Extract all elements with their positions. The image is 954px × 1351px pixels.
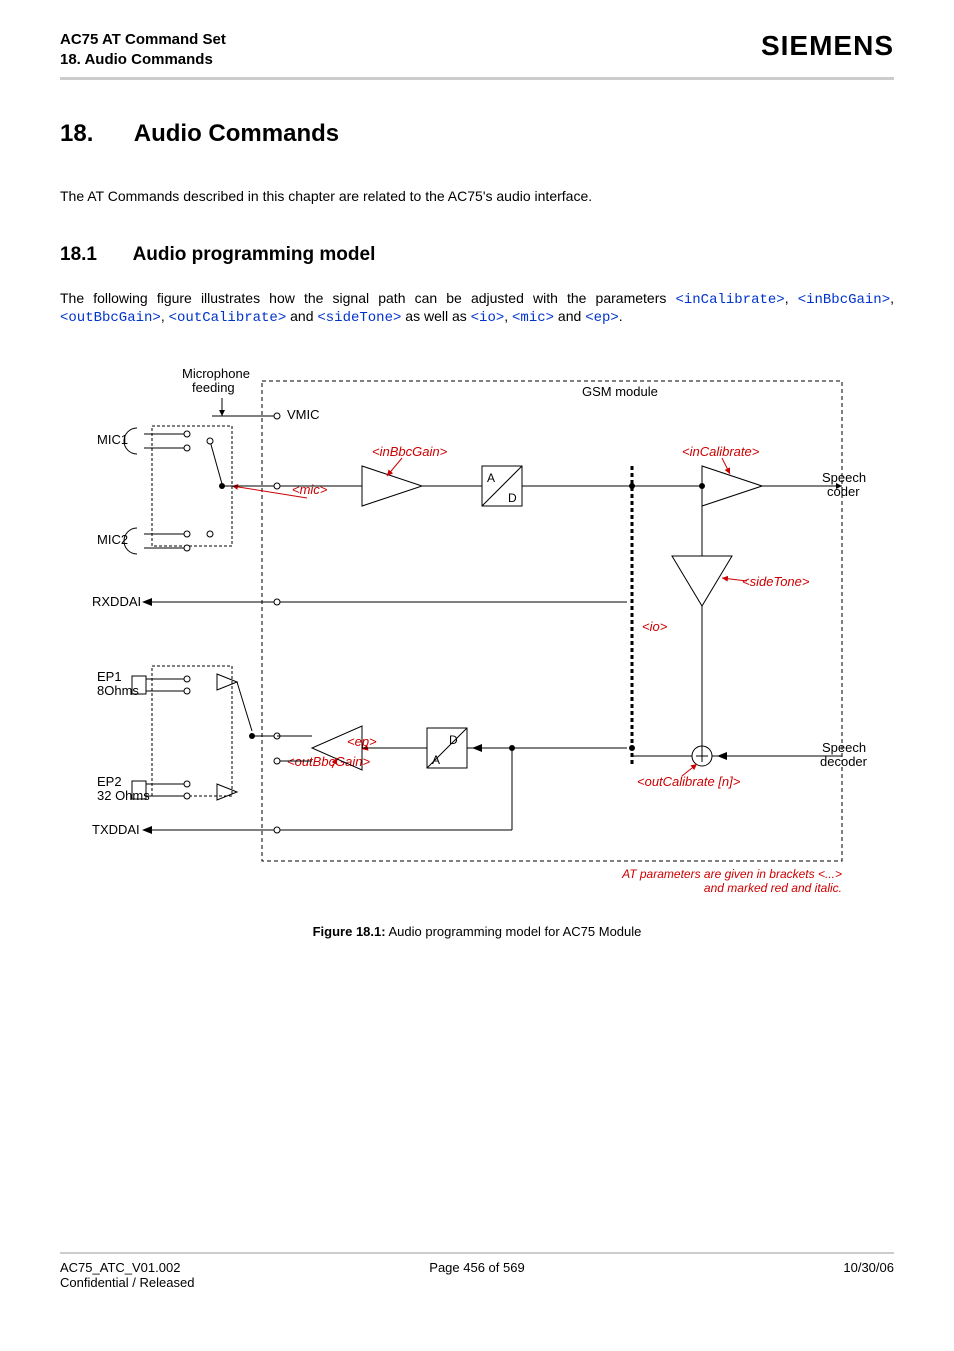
label-ep1b: 8Ohms <box>97 683 139 698</box>
param-mic[interactable]: <mic> <box>512 310 554 326</box>
label-param-io: <io> <box>642 619 668 634</box>
label-ad-A: A <box>487 471 495 485</box>
label-vmic: VMIC <box>287 407 320 422</box>
diagram-note2: and marked red and italic. <box>704 881 842 895</box>
section-heading: 18.1 Audio programming model <box>60 244 894 266</box>
label-speech-decoder2: decoder <box>820 754 868 769</box>
param-inBbcGain[interactable]: <inBbcGain> <box>798 292 890 308</box>
figure-caption-bold: Figure 18.1: <box>313 924 386 939</box>
page-footer: AC75_ATC_V01.002 Confidential / Released… <box>60 1252 894 1290</box>
param-sideTone[interactable]: <sideTone> <box>317 310 401 326</box>
footer-confidential: Confidential / Released <box>60 1275 260 1290</box>
footer-page: Page 456 of 569 <box>429 1260 524 1290</box>
label-mic2: MIC2 <box>97 532 128 547</box>
label-txddai: TXDDAI <box>92 822 140 837</box>
label-speech-coder: Speech <box>822 470 866 485</box>
page-header: AC75 AT Command Set 18. Audio Commands S… <box>60 30 894 80</box>
label-da-D: D <box>449 733 458 747</box>
label-mic1: MIC1 <box>97 432 128 447</box>
param-outBbcGain[interactable]: <outBbcGain> <box>60 310 161 326</box>
label-ep1: EP1 <box>97 669 122 684</box>
footer-left: AC75_ATC_V01.002 Confidential / Released <box>60 1260 260 1290</box>
label-da-A: A <box>432 753 440 767</box>
section-number: 18.1 <box>60 244 128 266</box>
doc-section: 18. Audio Commands <box>60 50 226 70</box>
label-param-mic: <mic> <box>292 482 328 497</box>
label-speech-coder2: coder <box>827 484 860 499</box>
label-param-outCalibrate: <outCalibrate [n]> <box>637 774 741 789</box>
label-mic-feed2: feeding <box>192 380 235 395</box>
label-param-inCalibrate: <inCalibrate> <box>682 444 760 459</box>
diagram-note1: AT parameters are given in brackets <...… <box>621 867 842 881</box>
chapter-heading: 18. Audio Commands <box>60 120 894 148</box>
figure-caption: Figure 18.1: Audio programming model for… <box>60 924 894 939</box>
footer-version: AC75_ATC_V01.002 <box>60 1260 260 1275</box>
section-description: The following figure illustrates how the… <box>60 290 894 326</box>
chapter-title: Audio Commands <box>134 120 339 147</box>
label-ep2: EP2 <box>97 774 122 789</box>
label-speech-decoder: Speech <box>822 740 866 755</box>
figure-caption-text: Audio programming model for AC75 Module <box>386 924 642 939</box>
header-left: AC75 AT Command Set 18. Audio Commands <box>60 30 226 69</box>
label-gsm: GSM module <box>582 384 658 399</box>
label-param-sideTone: <sideTone> <box>742 574 810 589</box>
chapter-number: 18. <box>60 120 128 148</box>
label-rxddai: RXDDAI <box>92 594 141 609</box>
param-outCalibrate[interactable]: <outCalibrate> <box>169 310 287 326</box>
brand-logo: SIEMENS <box>761 30 894 62</box>
param-io[interactable]: <io> <box>471 310 505 326</box>
label-ad-D: D <box>508 491 517 505</box>
param-inCalibrate[interactable]: <inCalibrate> <box>675 292 784 308</box>
label-ep2b: 32 Ohms <box>97 788 150 803</box>
label-mic-feed: Microphone <box>182 366 250 381</box>
doc-title: AC75 AT Command Set <box>60 30 226 50</box>
chapter-intro: The AT Commands described in this chapte… <box>60 188 894 204</box>
param-ep[interactable]: <ep> <box>585 310 619 326</box>
desc-lead: The following figure illustrates how the… <box>60 290 675 306</box>
figure-diagram: GSM module Microphone feeding VMIC MIC1 … <box>60 366 894 939</box>
section-title: Audio programming model <box>133 244 376 265</box>
footer-date: 10/30/06 <box>694 1260 894 1290</box>
label-param-inBbcGain: <inBbcGain> <box>372 444 448 459</box>
